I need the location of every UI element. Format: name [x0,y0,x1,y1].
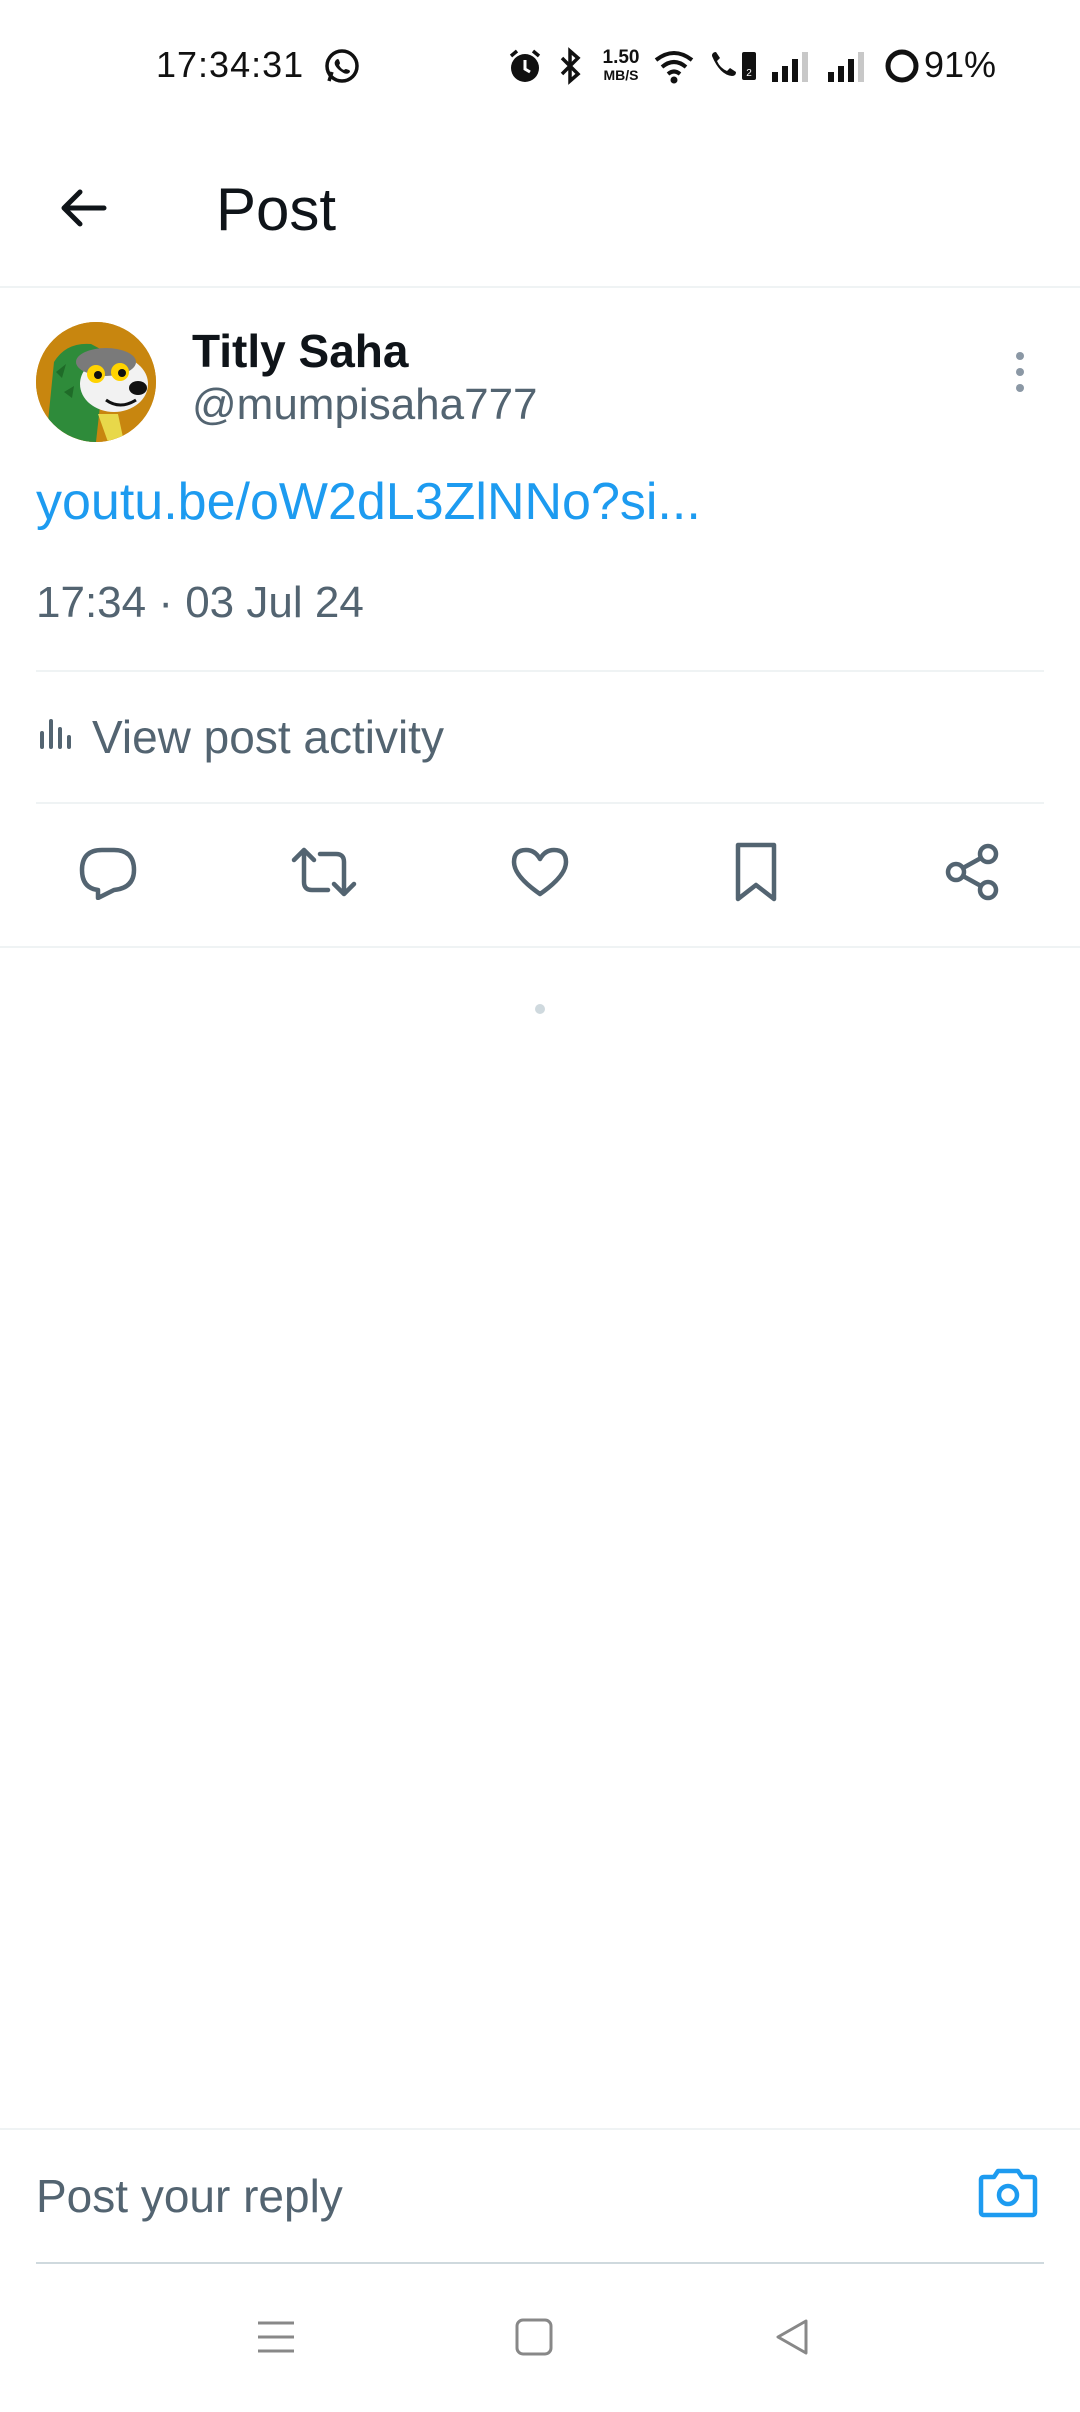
alarm-icon [506,46,544,86]
post-link[interactable]: youtu.be/oW2dL3ZlNNo?si... [36,472,701,532]
loading-indicator [535,1004,545,1014]
status-bar: 17:34:31 1.50 MB/S 2 91% [0,0,1080,136]
post-timestamp[interactable]: 17:34 · 03 Jul 24 [36,578,364,628]
username[interactable]: @mumpisaha777 [192,380,538,430]
reply-bar [0,2128,1080,2264]
recents-button[interactable] [236,2304,316,2374]
home-button[interactable] [494,2304,574,2374]
display-name[interactable]: Titly Saha [192,324,408,378]
battery-ring-icon [882,46,922,86]
heart-icon [510,844,570,905]
wifi-icon [652,46,696,86]
reply-input[interactable] [36,2160,936,2232]
reply-button[interactable] [36,824,180,924]
network-speed-unit: MB/S [603,67,639,83]
volte-call-icon: 2 [706,46,762,86]
signal-icon [770,46,818,86]
repost-icon [290,844,358,905]
post-actions [36,804,1044,944]
network-speed-value: 1.50 [602,47,640,68]
status-time: 17:34:31 [156,44,305,85]
signal-icon [826,46,874,86]
camera-button[interactable] [972,2158,1044,2230]
system-nav-bar [0,2264,1080,2412]
view-post-activity-label: View post activity [92,711,444,763]
analytics-icon [36,713,76,762]
network-speed: 1.50 MB/S [596,48,646,83]
share-icon [942,842,1002,907]
camera-icon [978,2165,1038,2224]
arrow-left-icon [56,180,112,241]
back-nav-button[interactable] [752,2304,832,2374]
menu-lines-icon [256,2319,296,2360]
page-title: Post [216,176,337,243]
share-button[interactable] [900,824,1044,924]
repost-button[interactable] [252,824,396,924]
view-post-activity-button[interactable]: View post activity [36,672,1044,802]
app-header: Post [0,136,1080,288]
square-icon [514,2317,554,2362]
divider [0,946,1080,948]
more-options-button[interactable] [996,344,1044,404]
more-vertical-icon [1014,350,1026,399]
bookmark-button[interactable] [684,824,828,924]
bluetooth-icon [556,46,584,86]
whatsapp-icon [322,46,362,86]
bookmark-icon [732,841,780,908]
like-button[interactable] [468,824,612,924]
triangle-back-icon [772,2317,812,2362]
svg-text:2: 2 [746,68,752,79]
reply-bubble-icon [78,844,138,905]
avatar[interactable] [36,322,156,442]
battery-percent: 91% [924,44,997,85]
back-button[interactable] [48,174,120,246]
